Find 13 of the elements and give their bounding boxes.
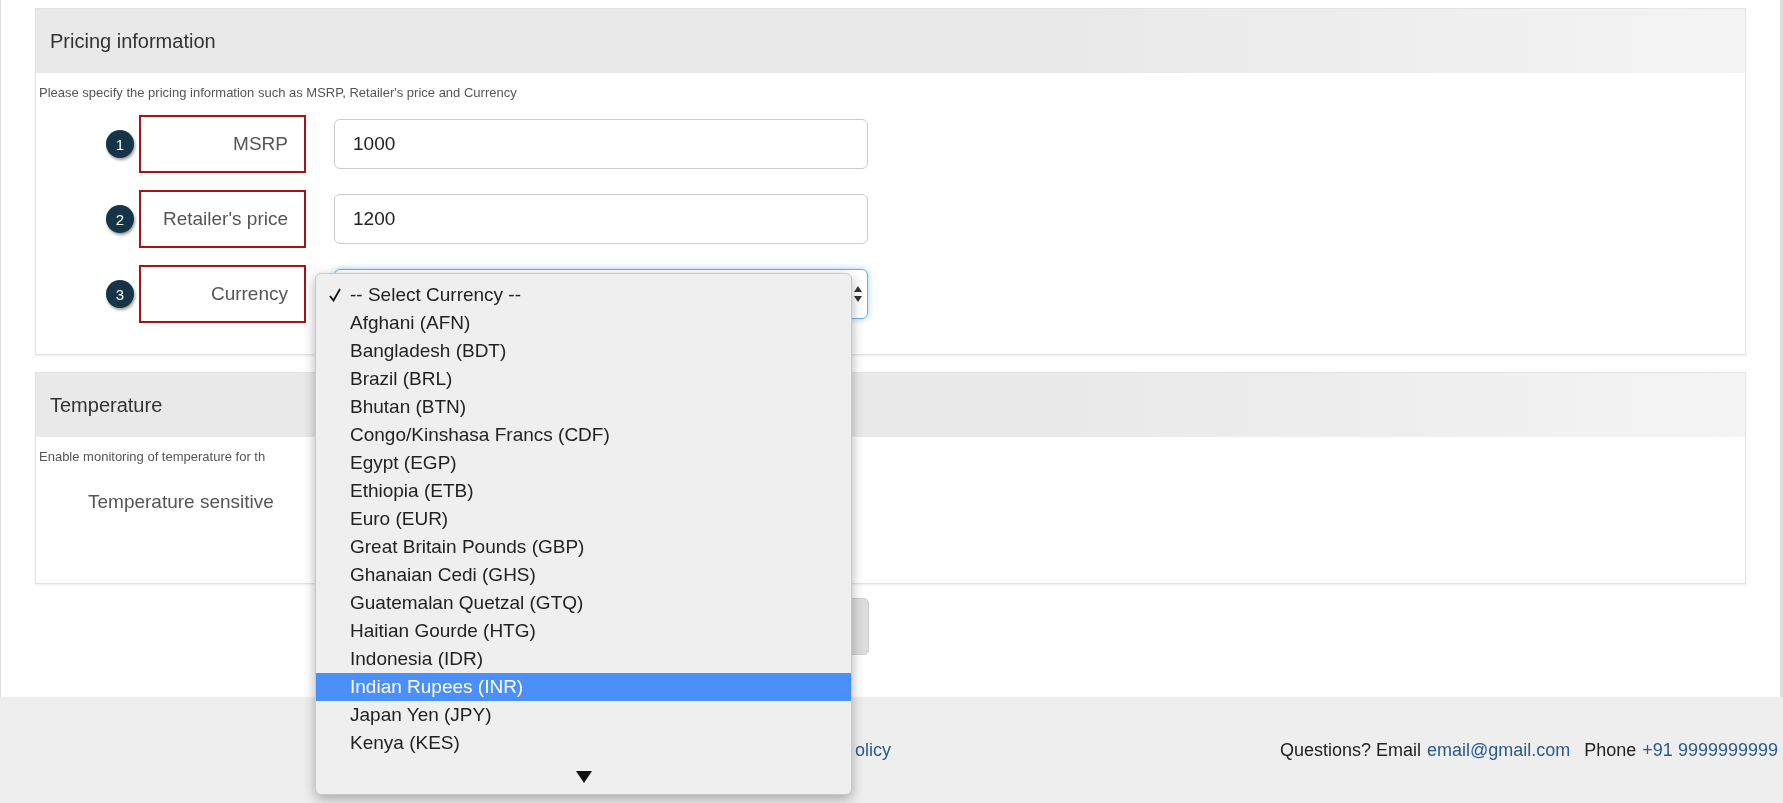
step-number: 1 <box>106 130 134 158</box>
footer-text: Phone <box>1584 739 1637 761</box>
panel-description: Please specify the pricing information such as MSRP, Retailer's price and Currency <box>39 85 517 100</box>
panel-title: Temperature <box>50 393 163 417</box>
field-label: Currency <box>210 283 288 305</box>
field-label: MSRP <box>233 133 288 155</box>
panel-title: Pricing information <box>50 29 216 53</box>
panel-description: Enable monitoring of temperature for th <box>39 449 266 464</box>
footer-text: Questions? Email <box>1279 739 1421 761</box>
step-number: 2 <box>106 205 134 233</box>
field-label: Temperature sensitive <box>88 491 274 512</box>
step-number: 3 <box>106 280 134 308</box>
field-label: Retailer's price <box>162 208 288 230</box>
